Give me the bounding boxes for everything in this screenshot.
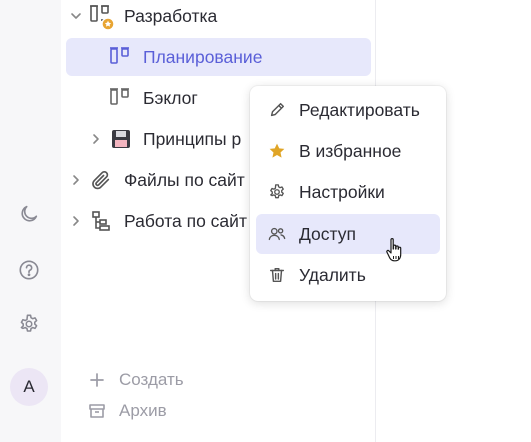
tree-item-label: Планирование — [143, 46, 263, 67]
paperclip-icon — [89, 168, 113, 192]
kanban-board-icon — [89, 3, 115, 31]
tree-item-label: Разработка — [124, 5, 218, 26]
menu-item-label: Удалить — [299, 264, 366, 285]
create-label: Создать — [119, 370, 184, 389]
menu-item-favorite[interactable]: В избранное — [256, 131, 440, 171]
menu-item-settings[interactable]: Настройки — [256, 172, 440, 212]
gear-icon[interactable] — [16, 311, 42, 337]
chevron-right-icon[interactable] — [69, 214, 83, 228]
menu-item-edit[interactable]: Редактировать — [256, 90, 440, 130]
archive-label: Архив — [119, 401, 167, 420]
tree-item-label: Файлы по сайт — [124, 169, 245, 190]
users-icon — [266, 223, 288, 245]
tree-item-label: Бэклог — [143, 87, 198, 108]
kanban-board-icon — [109, 86, 133, 110]
menu-item-delete[interactable]: Удалить — [256, 255, 440, 295]
menu-item-label: В избранное — [299, 140, 402, 161]
menu-item-label: Редактировать — [299, 99, 420, 120]
floppy-disk-icon — [109, 127, 133, 151]
help-icon[interactable] — [16, 257, 42, 283]
chevron-right-icon[interactable] — [69, 173, 83, 187]
plus-icon — [87, 370, 107, 390]
archive-icon — [87, 401, 107, 421]
tree-item-razrabotka[interactable]: Разработка — [66, 0, 371, 35]
hand-cursor-icon — [385, 236, 407, 266]
menu-item-label: Доступ — [299, 223, 356, 244]
tree-item-planirovanie[interactable]: Планирование — [66, 38, 371, 76]
moon-icon[interactable] — [16, 201, 42, 227]
kanban-board-icon — [109, 45, 133, 69]
context-menu: Редактировать В избранное Настройки Дост… — [250, 86, 446, 301]
menu-item-label: Настройки — [299, 181, 385, 202]
avatar[interactable]: A — [10, 368, 48, 406]
menu-item-access[interactable]: Доступ — [256, 214, 440, 254]
left-rail: A — [0, 0, 61, 442]
star-icon — [266, 140, 288, 162]
chevron-right-icon[interactable] — [89, 132, 103, 146]
pencil-icon — [266, 99, 288, 121]
tree-item-label: Работа по сайт — [124, 210, 247, 231]
trash-icon — [266, 264, 288, 286]
chevron-down-icon[interactable] — [69, 9, 83, 23]
gear-icon — [266, 181, 288, 203]
tree-item-label: Принципы р — [143, 128, 242, 149]
create-button[interactable]: Создать — [87, 370, 184, 390]
archive-button[interactable]: Архив — [87, 401, 167, 421]
hierarchy-icon — [89, 209, 113, 233]
